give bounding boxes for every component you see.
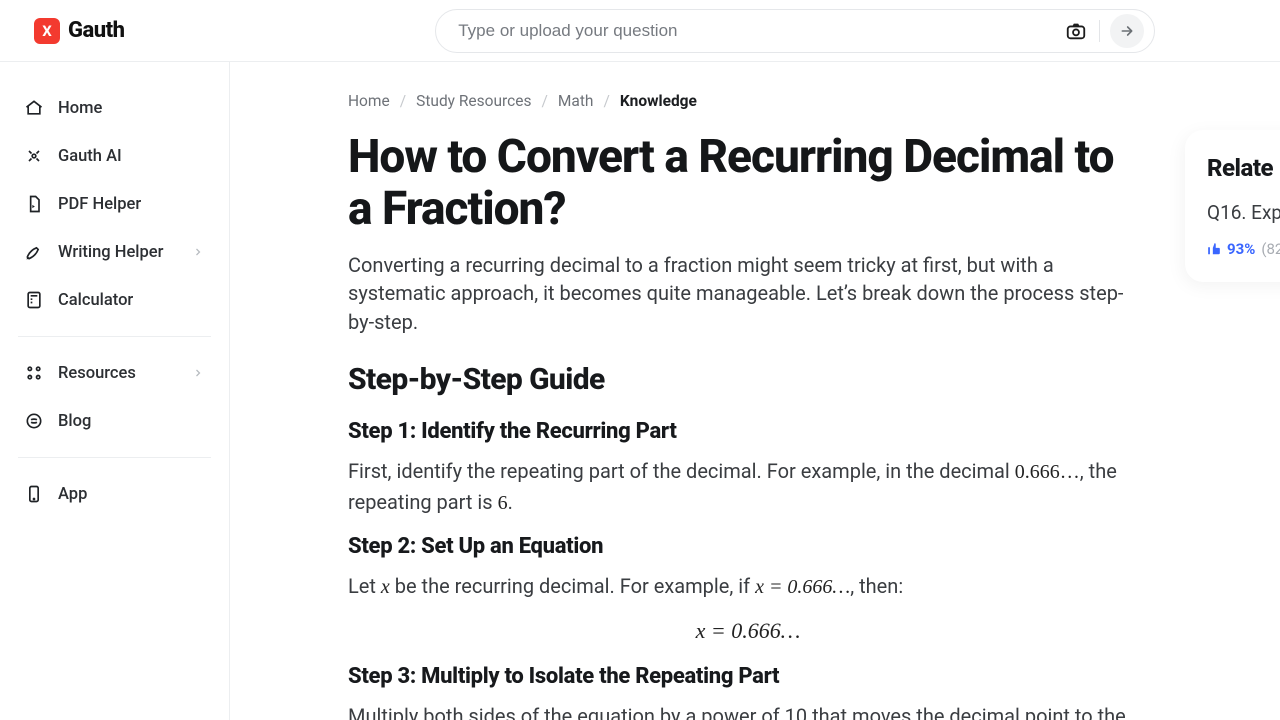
- page-title: How to Convert a Recurring Decimal to a …: [348, 132, 1138, 235]
- related-count: (82: [1261, 240, 1280, 258]
- sidebar-item-pdf-helper[interactable]: PDF Helper: [14, 182, 215, 226]
- step1-body: First, identify the repeating part of th…: [348, 456, 1138, 518]
- related-card[interactable]: Relate Q16. Exp recurrin 93% (82: [1185, 130, 1280, 282]
- article-intro: Converting a recurring decimal to a frac…: [348, 251, 1138, 336]
- divider: [18, 336, 211, 337]
- camera-icon[interactable]: [1063, 18, 1089, 44]
- equation-display: x = 0.666…: [348, 618, 1148, 644]
- text: First, identify the repeating part of th…: [348, 459, 1015, 483]
- sidebar-item-calculator[interactable]: Calculator: [14, 278, 215, 322]
- sidebar-item-label: Blog: [58, 412, 91, 431]
- sidebar-item-blog[interactable]: Blog: [14, 399, 215, 443]
- sidebar-item-label: Calculator: [58, 291, 133, 310]
- related-title: Relate: [1207, 154, 1280, 182]
- text: be the recurring decimal. For example, i…: [390, 574, 755, 598]
- text: .: [508, 490, 513, 514]
- math-var: x: [381, 576, 390, 598]
- sidebar-item-label: Gauth AI: [58, 147, 122, 166]
- topbar: X Gauth: [0, 0, 1280, 62]
- sidebar-item-label: PDF Helper: [58, 195, 141, 214]
- text: Multiply both sides of the equation by a…: [348, 704, 1126, 720]
- pen-icon: [24, 242, 44, 262]
- section-heading: Step-by-Step Guide: [348, 362, 1148, 397]
- main-content: Home / Study Resources / Math / Knowledg…: [230, 62, 1280, 720]
- sidebar-item-app[interactable]: App: [14, 472, 215, 516]
- breadcrumb-study-resources[interactable]: Study Resources: [416, 92, 531, 110]
- step1-heading: Step 1: Identify the Recurring Part: [348, 419, 1148, 444]
- breadcrumb-home[interactable]: Home: [348, 92, 390, 110]
- sidebar-item-label: Home: [58, 99, 102, 118]
- math-inline: 0.666…: [1015, 461, 1080, 483]
- sidebar-item-resources[interactable]: Resources: [14, 351, 215, 395]
- math-inline: 6: [498, 492, 508, 514]
- breadcrumb-sep: /: [603, 92, 609, 110]
- related-percent: 93%: [1227, 240, 1255, 258]
- logo[interactable]: X Gauth: [34, 18, 124, 44]
- step2-body: Let x be the recurring decimal. For exam…: [348, 571, 1138, 602]
- sidebar-item-label: Resources: [58, 364, 136, 383]
- sidebar-item-label: App: [58, 485, 87, 504]
- text: Let: [348, 574, 381, 598]
- sidebar-item-home[interactable]: Home: [14, 86, 215, 130]
- logo-text: Gauth: [68, 18, 124, 43]
- step3-body: Multiply both sides of the equation by a…: [348, 701, 1138, 720]
- blog-icon: [24, 411, 44, 431]
- breadcrumb-current: Knowledge: [620, 92, 697, 110]
- related-question[interactable]: Q16. Exp recurrin: [1207, 200, 1280, 226]
- search-bar[interactable]: [435, 9, 1155, 53]
- logo-mark-icon: X: [34, 18, 60, 44]
- math-inline: x = 0.666…: [755, 576, 850, 598]
- related-meta: 93% (82: [1207, 240, 1280, 258]
- math-display: x = 0.666…: [696, 618, 801, 643]
- step2-heading: Step 2: Set Up an Equation: [348, 534, 1148, 559]
- chevron-right-icon: [191, 245, 205, 259]
- app-icon: [24, 484, 44, 504]
- ai-icon: [24, 146, 44, 166]
- chevron-right-icon: [191, 366, 205, 380]
- search-input[interactable]: [458, 21, 1053, 41]
- breadcrumb-sep: /: [400, 92, 406, 110]
- breadcrumb-math[interactable]: Math: [558, 92, 594, 110]
- sidebar-item-gauth-ai[interactable]: Gauth AI: [14, 134, 215, 178]
- sidebar: Home Gauth AI PDF Helper Writing Helper: [0, 62, 230, 720]
- sidebar-item-label: Writing Helper: [58, 243, 163, 262]
- calculator-icon: [24, 290, 44, 310]
- thumbs-up-icon: [1207, 242, 1221, 256]
- text: , then:: [850, 574, 903, 598]
- breadcrumb: Home / Study Resources / Math / Knowledg…: [348, 92, 1148, 110]
- home-icon: [24, 98, 44, 118]
- step3-heading: Step 3: Multiply to Isolate the Repeatin…: [348, 664, 1148, 689]
- divider: [18, 457, 211, 458]
- sidebar-item-writing-helper[interactable]: Writing Helper: [14, 230, 215, 274]
- breadcrumb-sep: /: [541, 92, 547, 110]
- pdf-icon: [24, 194, 44, 214]
- submit-arrow-button[interactable]: [1110, 14, 1144, 48]
- divider: [1099, 20, 1100, 42]
- grid-icon: [24, 363, 44, 383]
